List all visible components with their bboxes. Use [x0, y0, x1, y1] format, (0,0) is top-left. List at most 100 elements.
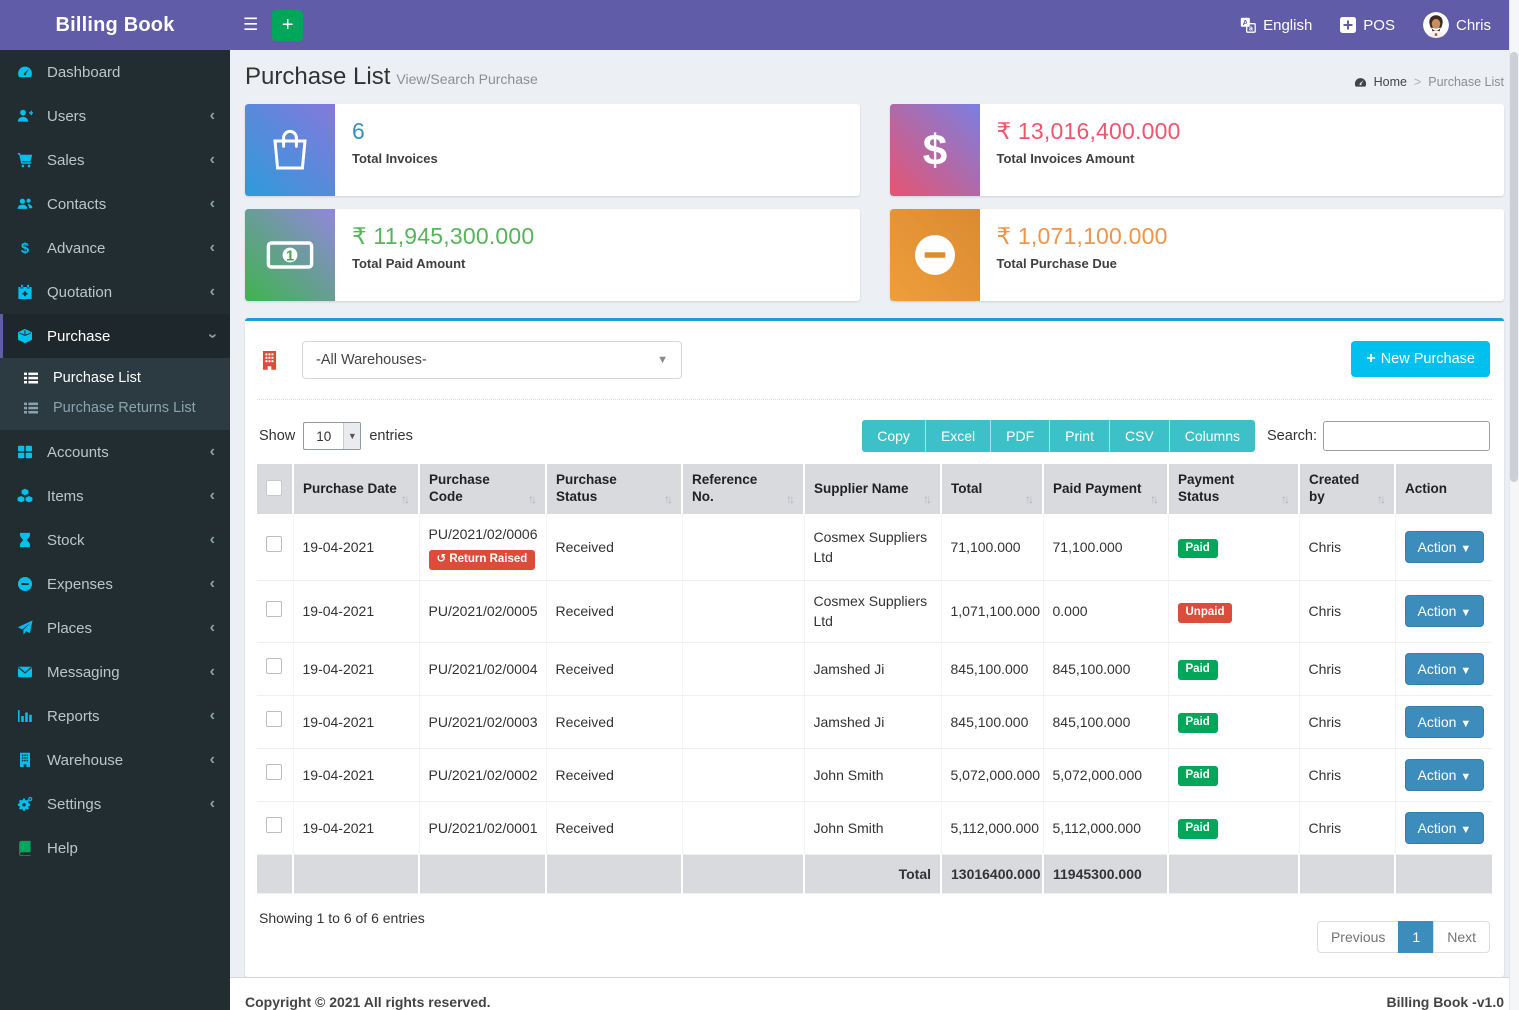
footer-paid-value: 11945300.000: [1043, 854, 1168, 893]
action-button[interactable]: Action▼: [1405, 759, 1485, 791]
pagination-page-1[interactable]: 1: [1398, 921, 1434, 953]
quick-add-button[interactable]: +: [272, 10, 303, 41]
cell-purchase-status: Received: [546, 748, 682, 801]
footer-total-label: Total: [804, 854, 941, 893]
cell-purchase-status: Received: [546, 514, 682, 581]
row-checkbox[interactable]: [266, 711, 282, 727]
money-bill-icon: 1: [245, 209, 335, 301]
action-button[interactable]: Action▼: [1405, 653, 1485, 685]
export-copy-button[interactable]: Copy: [862, 420, 926, 452]
undo-icon: ↺: [437, 553, 447, 565]
sidebar-item-contacts[interactable]: Contacts‹: [0, 182, 230, 226]
sidebar-item-places[interactable]: Places‹: [0, 606, 230, 650]
sidebar-item-warehouse[interactable]: Warehouse‹: [0, 738, 230, 782]
breadcrumb: Home > Purchase List: [1354, 73, 1504, 91]
caret-down-icon: ▼: [1460, 543, 1471, 555]
search-input[interactable]: [1323, 421, 1490, 451]
sidebar-item-purchase[interactable]: Purchase‹: [0, 314, 230, 358]
action-button[interactable]: Action▼: [1405, 531, 1485, 563]
sidebar-item-label: Quotation: [47, 284, 112, 301]
version-text: Billing Book -v1.0: [1387, 994, 1504, 1010]
sidebar-item-reports[interactable]: Reports‹: [0, 694, 230, 738]
sidebar-subitem-purchase-list[interactable]: Purchase List: [0, 363, 230, 393]
cart-icon: [17, 152, 39, 168]
sidebar-item-stock[interactable]: Stock‹: [0, 518, 230, 562]
row-checkbox[interactable]: [266, 817, 282, 833]
cell-reference-no: [682, 695, 804, 748]
export-csv-button[interactable]: CSV: [1110, 420, 1170, 452]
warehouse-select[interactable]: -All Warehouses- ▼: [302, 341, 682, 379]
row-checkbox[interactable]: [266, 536, 282, 552]
pagination: Previous 1 Next: [1317, 921, 1490, 953]
sidebar-item-settings[interactable]: Settings‹: [0, 782, 230, 826]
pos-button[interactable]: POS: [1326, 0, 1409, 50]
action-button[interactable]: Action▼: [1405, 595, 1485, 627]
select-all-checkbox[interactable]: [266, 480, 282, 496]
cell-purchase-code: PU/2021/02/0006↺ Return Raised: [419, 514, 546, 581]
row-checkbox[interactable]: [266, 601, 282, 617]
sidebar-subitem-purchase-returns-list[interactable]: Purchase Returns List: [0, 393, 230, 423]
sidebar-item-expenses[interactable]: Expenses‹: [0, 562, 230, 606]
sidebar-item-label: Expenses: [47, 576, 113, 593]
breadcrumb-home-link[interactable]: Home: [1374, 75, 1407, 89]
sidebar-item-label: Contacts: [47, 196, 106, 213]
dollar-icon: $: [17, 240, 39, 256]
table-footer: Showing 1 to 6 of 6 entries Previous 1 N…: [259, 908, 1490, 953]
column-header-total[interactable]: Total↑↓: [941, 464, 1043, 514]
export-print-button[interactable]: Print: [1050, 420, 1110, 452]
new-purchase-button[interactable]: +New Purchase: [1351, 341, 1490, 377]
column-header-reference-no[interactable]: Reference No.↑↓: [682, 464, 804, 514]
sidebar-item-users[interactable]: Users‹: [0, 94, 230, 138]
sidebar-item-accounts[interactable]: Accounts‹: [0, 430, 230, 474]
sidebar: DashboardUsers‹Sales‹Contacts‹$Advance‹Q…: [0, 50, 230, 1010]
cell-total: 1,071,100.000: [941, 581, 1043, 643]
pagination-previous[interactable]: Previous: [1317, 921, 1399, 953]
pagination-next[interactable]: Next: [1433, 921, 1490, 953]
return-raised-badge: ↺ Return Raised: [429, 550, 536, 570]
action-button[interactable]: Action▼: [1405, 706, 1485, 738]
paper-plane-icon: [17, 620, 39, 636]
column-header-payment-status[interactable]: Payment Status↑↓: [1168, 464, 1299, 514]
column-header-purchase-code[interactable]: Purchase Code↑↓: [419, 464, 546, 514]
stats-grid: 6Total Invoices$₹ 13,016,400.000Total In…: [245, 104, 1504, 301]
cell-reference-no: [682, 748, 804, 801]
search-control: Search:: [1267, 421, 1490, 451]
sidebar-item-quotation[interactable]: Quotation‹: [0, 270, 230, 314]
table-controls: Show 10 ▼ entries CopyExcelPDFPrintCSVCo…: [259, 420, 1490, 452]
action-button[interactable]: Action▼: [1405, 812, 1485, 844]
column-header-purchase-status[interactable]: Purchase Status↑↓: [546, 464, 682, 514]
list-icon: [23, 400, 47, 416]
column-header-created-by[interactable]: Created by↑↓: [1299, 464, 1395, 514]
sidebar-item-sales[interactable]: Sales‹: [0, 138, 230, 182]
cubes-icon: [17, 488, 39, 504]
language-menu[interactable]: Aa English: [1226, 0, 1326, 50]
row-checkbox[interactable]: [266, 658, 282, 674]
search-label: Search:: [1267, 428, 1317, 444]
cell-purchase-status: Received: [546, 695, 682, 748]
column-header-action: Action: [1395, 464, 1492, 514]
column-header-supplier-name[interactable]: Supplier Name↑↓: [804, 464, 941, 514]
gears-icon: [17, 796, 39, 812]
column-header-paid-payment[interactable]: Paid Payment↑↓: [1043, 464, 1168, 514]
sidebar-item-items[interactable]: Items‹: [0, 474, 230, 518]
sidebar-item-advance[interactable]: $Advance‹: [0, 226, 230, 270]
user-menu[interactable]: Chris: [1409, 0, 1505, 50]
sidebar-toggle-icon[interactable]: ☰: [230, 15, 272, 35]
page-length-select[interactable]: 10 ▼: [303, 422, 361, 450]
row-checkbox[interactable]: [266, 764, 282, 780]
sidebar-item-dashboard[interactable]: Dashboard: [0, 50, 230, 94]
export-pdf-button[interactable]: PDF: [991, 420, 1050, 452]
chevron-down-icon: ‹: [204, 333, 220, 338]
export-excel-button[interactable]: Excel: [926, 420, 991, 452]
cell-paid-payment: 0.000: [1043, 581, 1168, 643]
sidebar-item-help[interactable]: Help: [0, 826, 230, 870]
export-columns-button[interactable]: Columns: [1170, 420, 1255, 452]
sidebar-item-messaging[interactable]: Messaging‹: [0, 650, 230, 694]
sidebar-item-label: Dashboard: [47, 64, 120, 81]
stat-label: Total Paid Amount: [352, 256, 534, 271]
list-icon: [23, 370, 47, 386]
scrollbar-thumb[interactable]: [1510, 52, 1518, 482]
app-logo[interactable]: Billing Book: [0, 0, 230, 50]
column-header-purchase-date[interactable]: Purchase Date↑↓: [293, 464, 419, 514]
scrollbar[interactable]: [1509, 0, 1519, 1010]
